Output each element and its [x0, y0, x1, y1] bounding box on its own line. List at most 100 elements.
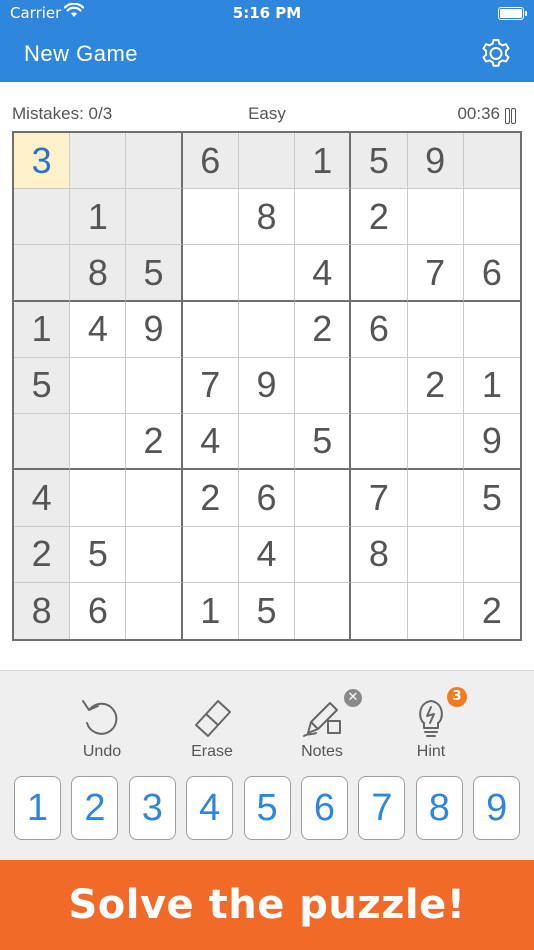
number-key-8[interactable]: 8: [415, 776, 463, 840]
number-key-9[interactable]: 9: [473, 776, 521, 840]
sudoku-cell[interactable]: 2: [182, 470, 239, 527]
sudoku-cell[interactable]: [14, 189, 71, 246]
sudoku-cell[interactable]: 1: [182, 582, 239, 639]
sudoku-cell[interactable]: [182, 301, 239, 358]
sudoku-cell[interactable]: [126, 357, 183, 415]
sudoku-cell[interactable]: 2: [463, 582, 520, 639]
sudoku-cell[interactable]: [351, 582, 408, 639]
sudoku-cell[interactable]: [70, 470, 127, 527]
number-key-7[interactable]: 7: [358, 776, 406, 840]
sudoku-cell[interactable]: 2: [126, 414, 183, 471]
sudoku-cell[interactable]: 2: [14, 526, 71, 583]
new-game-button[interactable]: New Game: [24, 41, 138, 67]
sudoku-cell[interactable]: [126, 526, 183, 583]
navigation-bar: New Game: [0, 28, 534, 82]
sudoku-cell[interactable]: 8: [70, 245, 127, 302]
number-key-4[interactable]: 4: [186, 776, 234, 840]
sudoku-cell[interactable]: 4: [182, 414, 239, 471]
sudoku-cell[interactable]: 6: [463, 245, 520, 302]
sudoku-cell[interactable]: [407, 301, 464, 358]
sudoku-cell[interactable]: [238, 414, 296, 471]
sudoku-cell[interactable]: [14, 414, 71, 471]
sudoku-cell[interactable]: 5: [295, 414, 352, 471]
sudoku-cell[interactable]: [407, 526, 464, 583]
sudoku-cell[interactable]: [295, 357, 352, 415]
sudoku-cell[interactable]: [182, 526, 239, 583]
sudoku-cell[interactable]: [407, 470, 464, 527]
sudoku-cell[interactable]: 4: [70, 301, 127, 358]
sudoku-cell[interactable]: [238, 133, 296, 190]
sudoku-cell[interactable]: 5: [238, 582, 296, 639]
sudoku-cell[interactable]: [126, 189, 183, 246]
sudoku-cell[interactable]: 1: [463, 357, 520, 415]
sudoku-cell[interactable]: 5: [463, 470, 520, 527]
sudoku-cell[interactable]: [463, 189, 520, 246]
sudoku-cell[interactable]: 8: [238, 189, 296, 246]
number-key-6[interactable]: 6: [301, 776, 348, 840]
erase-button[interactable]: Erase: [172, 695, 252, 767]
sudoku-cell[interactable]: 6: [70, 582, 127, 639]
number-key-3[interactable]: 3: [128, 776, 176, 840]
sudoku-cell[interactable]: [182, 245, 239, 302]
sudoku-cell[interactable]: [463, 133, 520, 190]
sudoku-cell[interactable]: 8: [351, 526, 408, 583]
sudoku-cell[interactable]: [463, 301, 520, 358]
sudoku-cell[interactable]: 8: [14, 582, 71, 639]
sudoku-cell[interactable]: [70, 414, 127, 471]
sudoku-cell[interactable]: 4: [295, 245, 352, 302]
sudoku-cell[interactable]: 2: [351, 189, 408, 246]
sudoku-cell[interactable]: [126, 470, 183, 527]
sudoku-cell[interactable]: [407, 189, 464, 246]
sudoku-cell[interactable]: 4: [238, 526, 296, 583]
sudoku-cell[interactable]: 2: [407, 357, 464, 415]
number-key-1[interactable]: 1: [14, 776, 61, 840]
sudoku-cell[interactable]: 1: [295, 133, 352, 190]
hint-button[interactable]: 3 Hint: [391, 687, 471, 767]
sudoku-cell[interactable]: [182, 189, 239, 246]
sudoku-cell[interactable]: 6: [182, 133, 239, 190]
notes-button[interactable]: ✕ Notes: [282, 689, 362, 767]
sudoku-cell[interactable]: 6: [351, 301, 408, 358]
sudoku-cell[interactable]: [295, 526, 352, 583]
sudoku-cell[interactable]: 1: [70, 189, 127, 246]
hint-count-badge: 3: [447, 687, 467, 707]
pause-icon[interactable]: [505, 108, 517, 124]
sudoku-cell[interactable]: 5: [126, 245, 183, 302]
sudoku-cell[interactable]: [295, 189, 352, 246]
sudoku-cell[interactable]: 9: [407, 133, 464, 190]
sudoku-cell[interactable]: [70, 133, 127, 190]
sudoku-cell[interactable]: 5: [14, 357, 71, 415]
sudoku-cell[interactable]: [295, 582, 352, 639]
sudoku-cell[interactable]: 6: [238, 470, 296, 527]
sudoku-cell[interactable]: [14, 245, 71, 302]
sudoku-cell[interactable]: [351, 245, 408, 302]
sudoku-cell[interactable]: 9: [463, 414, 520, 471]
sudoku-cell[interactable]: 4: [14, 470, 71, 527]
sudoku-cell[interactable]: [126, 582, 183, 639]
sudoku-cell[interactable]: 7: [351, 470, 408, 527]
sudoku-cell[interactable]: 9: [238, 357, 296, 415]
sudoku-cell[interactable]: 7: [182, 357, 239, 415]
sudoku-cell[interactable]: 9: [126, 301, 183, 358]
sudoku-cell[interactable]: 2: [295, 301, 352, 358]
sudoku-cell[interactable]: 5: [70, 526, 127, 583]
sudoku-cell[interactable]: [295, 470, 352, 527]
sudoku-cell[interactable]: [70, 357, 127, 415]
sudoku-cell[interactable]: 3: [14, 133, 71, 190]
solve-puzzle-banner[interactable]: Solve the puzzle!: [0, 860, 534, 950]
number-key-2[interactable]: 2: [71, 776, 119, 840]
sudoku-cell[interactable]: [238, 245, 296, 302]
sudoku-cell[interactable]: [351, 357, 408, 415]
gear-icon[interactable]: [478, 37, 514, 73]
sudoku-cell[interactable]: [351, 414, 408, 471]
sudoku-cell[interactable]: [238, 301, 296, 358]
sudoku-cell[interactable]: [407, 582, 464, 639]
sudoku-cell[interactable]: [463, 526, 520, 583]
sudoku-cell[interactable]: 5: [351, 133, 408, 190]
undo-button[interactable]: Undo: [62, 695, 142, 767]
sudoku-cell[interactable]: [407, 414, 464, 471]
sudoku-cell[interactable]: 1: [14, 301, 71, 358]
sudoku-cell[interactable]: [126, 133, 183, 190]
number-key-5[interactable]: 5: [243, 776, 291, 840]
sudoku-cell[interactable]: 7: [407, 245, 464, 302]
